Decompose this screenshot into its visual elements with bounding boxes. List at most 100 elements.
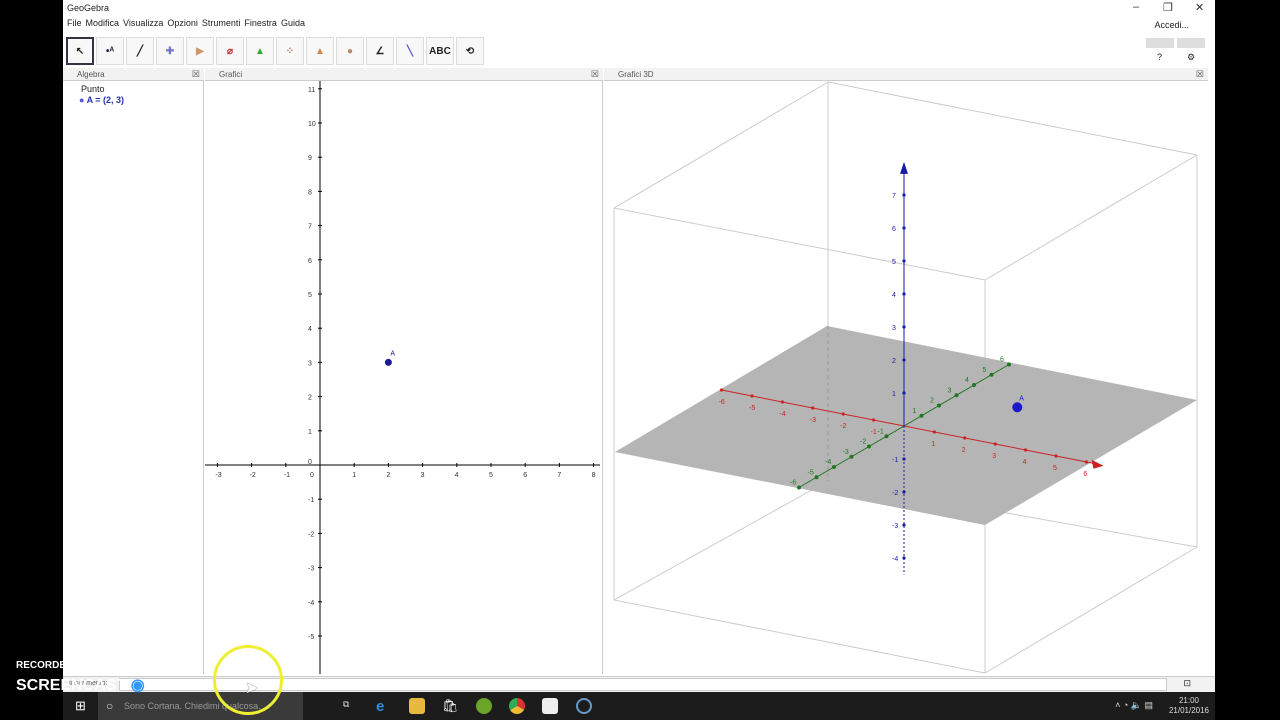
minimize-button[interactable]: –: [1133, 1, 1139, 13]
point-tool[interactable]: •ᴬ: [96, 37, 124, 65]
pyramid-tool[interactable]: ▲: [306, 37, 334, 65]
perpendicular-tool[interactable]: ✚: [156, 37, 184, 65]
graphics-view[interactable]: -3 -2 -1 0 1 2 3 4 5 6 7 8 -5 -4 -3 -2 -1 1 2 3 4 5 6 7 8 9 10 11 0 A: [205, 81, 603, 674]
reflect-tool[interactable]: ╲: [396, 37, 424, 65]
y-tick-label: 5: [308, 292, 312, 299]
x-tick-label-3d: -4: [779, 411, 785, 418]
sign-in-link[interactable]: Accedi...: [1154, 20, 1189, 30]
close-graphics-icon[interactable]: ☒: [591, 68, 599, 81]
screencast-watermark: RECORDED WITH SCREENCAST ◉ MATIC: [16, 660, 199, 695]
x-tick-3d: [963, 436, 967, 440]
close-graphics3d-icon[interactable]: ☒: [1196, 68, 1204, 81]
sphere-tool[interactable]: ●: [336, 37, 364, 65]
y-tick-label-3d: 5: [983, 367, 987, 374]
screencast-logo-icon: ◉: [130, 677, 145, 694]
algebra-title: Algebra: [77, 70, 105, 79]
redo-button[interactable]: [1177, 38, 1205, 48]
algebra-header: Algebra ☒: [63, 68, 204, 81]
move-tool[interactable]: ↖: [66, 37, 94, 65]
z-tick-label-3d: 5: [892, 259, 896, 266]
clock[interactable]: 21:00 21/01/2016: [1169, 696, 1209, 716]
x-tick-label: 8: [592, 472, 596, 479]
algebra-item-A[interactable]: ● A = (2, 3): [79, 95, 124, 105]
menu-modifica[interactable]: Modifica: [86, 18, 120, 28]
file-explorer-icon[interactable]: [409, 698, 425, 714]
y-tick-label: 2: [308, 395, 312, 402]
edge-icon[interactable]: e: [376, 698, 392, 715]
y-tick-3d: [814, 475, 819, 480]
graphics3d-header: Grafici 3D ☒: [604, 68, 1208, 81]
point-A-3d: [1012, 402, 1023, 413]
z-tick-3d: [902, 457, 906, 461]
menu-strumenti[interactable]: Strumenti: [202, 18, 241, 28]
utorrent-icon[interactable]: [476, 698, 492, 714]
title-bar: GeoGebra – ❐ ✕: [63, 0, 1215, 16]
graphics-2d-canvas[interactable]: -3 -2 -1 0 1 2 3 4 5 6 7 8 -5 -4 -3 -2 -1 1 2 3 4 5 6 7 8 9 10 11 0 A: [205, 81, 603, 674]
circle-axis-tool[interactable]: ⌀: [216, 37, 244, 65]
toolbar: ↖ •ᴬ ╱ ✚ ▶ ⌀ ▲ ⁘ ▲ ● ∠ ╲ ABC ⟲: [66, 37, 484, 65]
menu-guida[interactable]: Guida: [281, 18, 305, 28]
y-tick-label: 8: [308, 189, 312, 196]
z-tick-3d: [902, 226, 906, 230]
menu-file[interactable]: File: [67, 18, 82, 28]
windows-start-icon[interactable]: ⊞: [75, 698, 86, 714]
x-tick-label: 0: [310, 472, 314, 479]
y-tick-label: 11: [308, 87, 315, 94]
box-edge: [827, 81, 1198, 156]
rotate-view-tool[interactable]: ⟲: [456, 37, 484, 65]
clock-time: 21:00: [1178, 696, 1199, 705]
point-A-label: A: [390, 350, 395, 357]
box-edge: [613, 480, 829, 601]
chrome-icon[interactable]: [509, 698, 525, 714]
help-button[interactable]: ?: [1157, 52, 1162, 62]
text-tool[interactable]: ABC: [426, 37, 454, 65]
intersect-surfaces-tool[interactable]: ▲: [246, 37, 274, 65]
y-tick-3d: [849, 454, 854, 459]
box-edge: [984, 546, 1198, 674]
menu-opzioni[interactable]: Opzioni: [167, 18, 198, 28]
graphics-3d-canvas[interactable]: -6 -5 -4 -3 -2 -1 1 2 3 4 5 6 -6 -5 -4 -3 -2 -1 1 2 3 4 5 6 -4 -3…: [604, 81, 1208, 674]
algebra-item-text: A = (2, 3): [86, 95, 125, 105]
settings-button[interactable]: ⚙: [1187, 52, 1195, 63]
y-tick-label: -4: [308, 600, 314, 607]
box-edge: [613, 599, 986, 674]
menu-finestra[interactable]: Finestra: [244, 18, 277, 28]
close-algebra-icon[interactable]: ☒: [192, 68, 200, 81]
x-tick-3d: [1024, 448, 1028, 452]
y-tick-label-3d: 1: [913, 408, 917, 415]
y-tick-label: 4: [308, 326, 312, 333]
plane-tool[interactable]: ⁘: [276, 37, 304, 65]
close-button[interactable]: ✕: [1195, 1, 1204, 14]
y-tick-3d: [919, 413, 924, 418]
store-icon[interactable]: 🛍: [442, 698, 459, 714]
cortana-icon: ○: [106, 699, 114, 713]
task-view-icon[interactable]: ⧉: [343, 699, 349, 710]
y-tick-label: -5: [308, 634, 314, 641]
z-tick-label-3d: -3: [892, 523, 898, 530]
x-tick-label: 5: [489, 472, 493, 479]
screencast-taskbar-icon[interactable]: [576, 698, 592, 714]
polygon-tool[interactable]: ▶: [186, 37, 214, 65]
x-tick-3d: [750, 394, 754, 398]
x-tick-label-3d: 5: [1053, 465, 1057, 472]
graphics3d-view[interactable]: -6 -5 -4 -3 -2 -1 1 2 3 4 5 6 -6 -5 -4 -3 -2 -1 1 2 3 4 5 6 -4 -3…: [604, 81, 1208, 674]
undo-button[interactable]: [1146, 38, 1174, 48]
menu-visualizza[interactable]: Visualizza: [123, 18, 163, 28]
z-tick-label-3d: -1: [892, 457, 898, 464]
line-tool[interactable]: ╱: [126, 37, 154, 65]
y-tick-label-3d: 2: [930, 398, 934, 405]
geogebra-taskbar-icon[interactable]: [542, 698, 558, 714]
z-tick-3d: [902, 523, 906, 527]
keyboard-icon[interactable]: ⊡: [1183, 678, 1191, 689]
tray-icons[interactable]: ˄ ◔ 🔈 ▤: [1115, 700, 1153, 711]
y-tick-3d: [884, 434, 889, 439]
geogebra-window: GeoGebra – ❐ ✕ File Modifica Visualizza Opz…: [0, 0, 1215, 692]
graphics-header: Grafici ☒: [205, 68, 603, 81]
restore-button[interactable]: ❐: [1163, 1, 1173, 14]
z-tick-3d: [902, 193, 906, 197]
y-tick-label: -2: [308, 531, 314, 538]
x-tick-3d: [932, 430, 936, 434]
y-tick-label-3d: 6: [1000, 357, 1004, 364]
z-tick-label-3d: 1: [892, 391, 896, 398]
angle-tool[interactable]: ∠: [366, 37, 394, 65]
